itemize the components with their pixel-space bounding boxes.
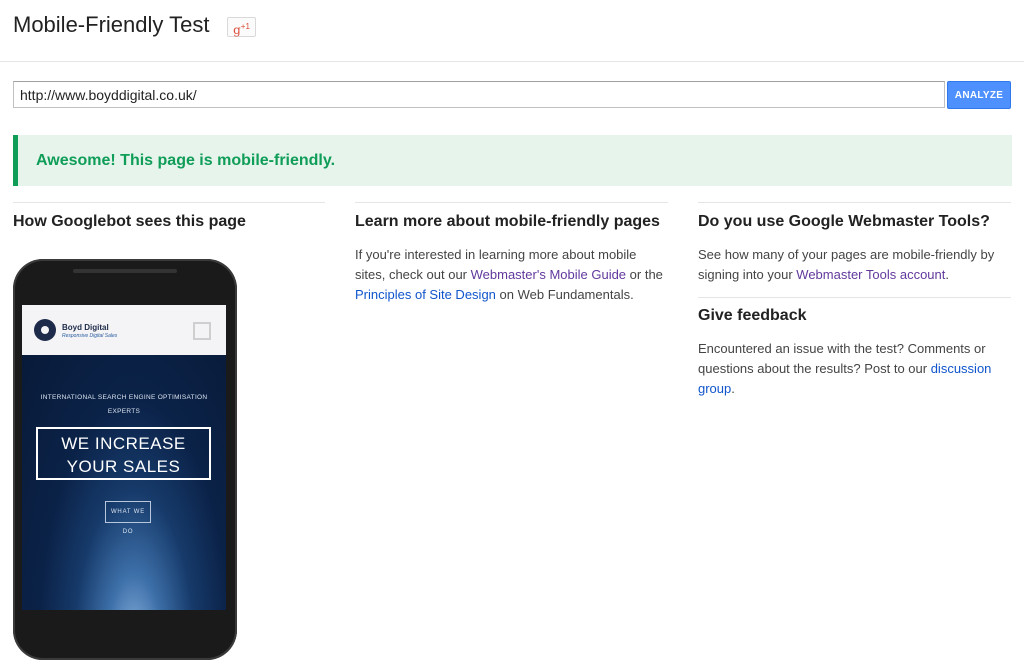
boyd-digital-logo-icon — [34, 319, 56, 341]
site-tagline-line1: INTERNATIONAL SEARCH ENGINE OPTIMISATION — [40, 394, 208, 401]
feedback-heading: Give feedback — [698, 307, 807, 324]
webmaster-tools-link[interactable]: Webmaster Tools account — [796, 267, 945, 282]
phone-screen: Boyd Digital Responsive Digital Sales IN… — [22, 305, 226, 610]
url-input[interactable] — [13, 81, 945, 108]
learn-more-text: If you're interested in learning more ab… — [355, 245, 668, 305]
learn-more-heading: Learn more about mobile-friendly pages — [355, 213, 660, 230]
learn-more-section: Learn more about mobile-friendly pages I… — [355, 202, 668, 302]
site-brand: Boyd Digital — [62, 323, 109, 332]
googlebot-view-heading: How Googlebot sees this page — [13, 213, 246, 230]
gplus-sup: +1 — [240, 22, 250, 31]
phone-speaker — [73, 269, 177, 273]
phone-preview: Boyd Digital Responsive Digital Sales IN… — [13, 259, 237, 660]
webmaster-tools-section: Do you use Google Webmaster Tools? See h… — [698, 202, 1011, 282]
site-cta-button: WHAT WE DO — [105, 501, 151, 535]
mobile-guide-link[interactable]: Webmaster's Mobile Guide — [471, 267, 626, 282]
site-hero: INTERNATIONAL SEARCH ENGINE OPTIMISATION… — [22, 355, 226, 610]
site-headline-line1: WE INCREASE — [61, 434, 186, 453]
googlebot-view-section: How Googlebot sees this page — [13, 202, 325, 230]
learn-more-text-2: or the — [626, 267, 663, 282]
site-brand-sub: Responsive Digital Sales — [62, 333, 118, 339]
webmaster-tools-heading: Do you use Google Webmaster Tools? — [698, 213, 990, 230]
result-banner: Awesome! This page is mobile-friendly. — [13, 135, 1012, 186]
page-title: Mobile-Friendly Test — [13, 12, 210, 37]
site-headline-line2: YOUR SALES — [66, 457, 181, 476]
menu-icon — [193, 322, 211, 340]
site-design-link[interactable]: Principles of Site Design — [355, 287, 496, 302]
google-plus-one-button[interactable]: g+1 — [227, 17, 256, 37]
webmaster-tools-text-2: . — [945, 267, 949, 282]
site-tagline: INTERNATIONAL SEARCH ENGINE OPTIMISATION… — [22, 391, 226, 419]
webmaster-tools-text: See how many of your pages are mobile-fr… — [698, 245, 1003, 285]
feedback-text: Encountered an issue with the test? Comm… — [698, 339, 1003, 399]
result-message: Awesome! This page is mobile-friendly. — [36, 152, 336, 169]
section-divider — [698, 297, 1011, 298]
analyze-button[interactable]: ANALYZE — [947, 81, 1011, 109]
page-header: Mobile-Friendly Test g+1 — [0, 0, 1024, 62]
gplus-label: g — [233, 23, 241, 37]
feedback-text-2: . — [731, 381, 735, 396]
site-headline: WE INCREASE YOUR SALES — [36, 427, 211, 480]
learn-more-text-3: on Web Fundamentals. — [495, 287, 634, 302]
site-tagline-line2: EXPERTS — [107, 408, 141, 415]
site-header: Boyd Digital Responsive Digital Sales — [22, 305, 226, 355]
